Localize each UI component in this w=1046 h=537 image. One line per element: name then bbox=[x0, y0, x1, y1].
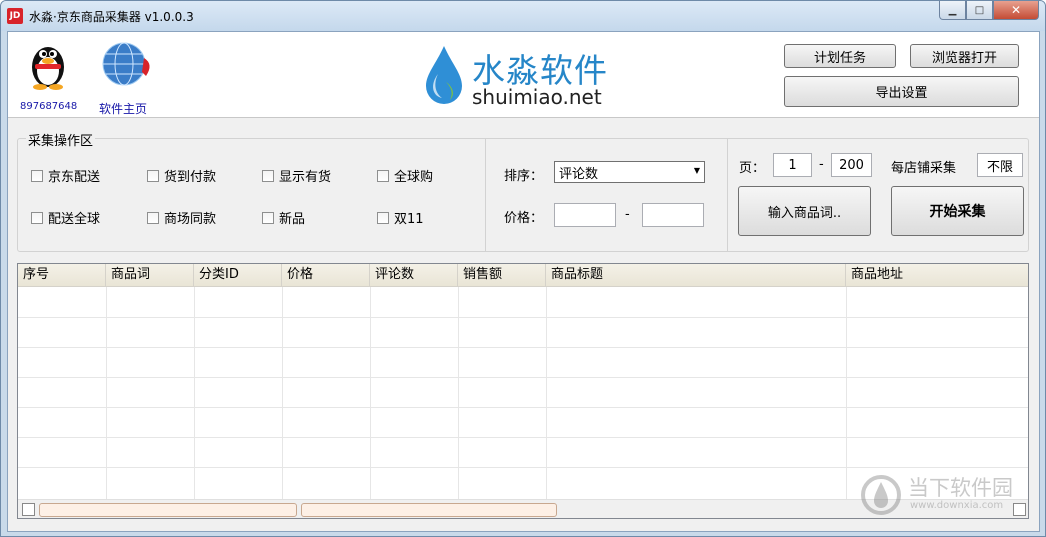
column-header-reviews[interactable]: 评论数 bbox=[370, 264, 458, 287]
checkbox-label: 全球购 bbox=[394, 170, 434, 185]
grid-line bbox=[458, 287, 459, 499]
separator bbox=[485, 139, 486, 251]
window-controls: ▁ □ ✕ bbox=[939, 1, 1039, 21]
header: 897687648 软件主页 水淼软件 shuimiao.net 计划任务 浏览… bbox=[8, 32, 1039, 118]
checkbox-box[interactable] bbox=[31, 169, 43, 182]
watermark-cn: 当下软件园 bbox=[908, 476, 1013, 500]
per-shop-input[interactable]: 不限 bbox=[977, 153, 1023, 177]
grid-line bbox=[18, 437, 1028, 438]
separator bbox=[727, 139, 728, 251]
schedule-task-button[interactable]: 计划任务 bbox=[784, 44, 896, 68]
grid-line bbox=[18, 317, 1028, 318]
checkbox-box[interactable] bbox=[147, 211, 159, 224]
window-title: 水淼·京东商品采集器 v1.0.0.3 bbox=[29, 10, 194, 24]
sort-label: 排序： bbox=[504, 169, 544, 184]
checkbox-box[interactable] bbox=[262, 169, 274, 182]
checkbox-new-product[interactable]: 新品 bbox=[262, 208, 305, 227]
grid-line bbox=[18, 377, 1028, 378]
logo-domain-text: shuimiao.net bbox=[472, 85, 602, 109]
sort-value: 评论数 bbox=[559, 166, 599, 182]
price-dash: - bbox=[625, 207, 630, 222]
price-from-input[interactable] bbox=[554, 203, 616, 227]
grid-line bbox=[194, 287, 195, 499]
watermark: 当下软件园 www.downxia.com bbox=[860, 472, 1030, 520]
minimize-button[interactable]: ▁ bbox=[939, 1, 966, 20]
checkbox-double-11[interactable]: 双11 bbox=[377, 208, 424, 227]
page-dash: - bbox=[819, 157, 824, 172]
checkbox-box[interactable] bbox=[262, 211, 274, 224]
table-header: 序号 商品词 分类ID 价格 评论数 销售额 商品标题 商品地址 bbox=[18, 264, 1028, 287]
export-settings-button[interactable]: 导出设置 bbox=[784, 76, 1019, 107]
per-shop-label: 每店铺采集 bbox=[891, 161, 957, 176]
browser-open-button[interactable]: 浏览器打开 bbox=[910, 44, 1019, 68]
column-header-url[interactable]: 商品地址 bbox=[846, 264, 1028, 287]
app-window: JD 水淼·京东商品采集器 v1.0.0.3 ▁ □ ✕ 897687648 软… bbox=[0, 0, 1046, 537]
watermark-logo-icon bbox=[861, 475, 901, 515]
grid-line bbox=[18, 347, 1028, 348]
grid-line bbox=[106, 287, 107, 499]
scroll-checkbox[interactable] bbox=[22, 503, 35, 516]
maximize-button[interactable]: □ bbox=[966, 1, 993, 20]
sort-select[interactable]: 评论数 ▼ bbox=[554, 161, 705, 183]
watermark-en: www.downxia.com bbox=[910, 500, 1004, 511]
grid-line bbox=[18, 467, 1028, 468]
checkbox-global-purchase[interactable]: 全球购 bbox=[377, 166, 433, 185]
checkbox-label: 商场同款 bbox=[164, 212, 217, 227]
price-to-input[interactable] bbox=[642, 203, 704, 227]
checkbox-box[interactable] bbox=[377, 169, 389, 182]
checkbox-in-stock[interactable]: 显示有货 bbox=[262, 166, 331, 185]
price-label: 价格： bbox=[504, 211, 544, 226]
start-collect-button[interactable]: 开始采集 bbox=[891, 186, 1024, 236]
checkbox-label: 货到付款 bbox=[164, 170, 217, 185]
input-keywords-button[interactable]: 输入商品词.. bbox=[738, 186, 871, 236]
checkbox-global-delivery[interactable]: 配送全球 bbox=[31, 208, 100, 227]
qq-number[interactable]: 897687648 bbox=[20, 101, 77, 112]
qq-penguin-icon[interactable] bbox=[26, 40, 70, 90]
page-to-input[interactable]: 200 bbox=[831, 153, 872, 177]
grid-line bbox=[282, 287, 283, 499]
operation-group: 采集操作区 京东配送 货到付款 显示有货 全球购 配送全球 商场同款 新品 双1… bbox=[17, 130, 1029, 252]
checkbox-label: 新品 bbox=[279, 212, 306, 227]
page-label: 页： bbox=[739, 161, 766, 176]
jd-app-icon: JD bbox=[7, 8, 23, 24]
scroll-track-left[interactable] bbox=[39, 503, 297, 517]
grid-line bbox=[18, 407, 1028, 408]
checkbox-box[interactable] bbox=[377, 211, 389, 224]
grid-line bbox=[370, 287, 371, 499]
checkbox-mall-same[interactable]: 商场同款 bbox=[147, 208, 216, 227]
checkbox-box[interactable] bbox=[147, 169, 159, 182]
close-button[interactable]: ✕ bbox=[993, 1, 1039, 20]
checkbox-jd-delivery[interactable]: 京东配送 bbox=[31, 166, 100, 185]
checkbox-box[interactable] bbox=[31, 211, 43, 224]
scroll-track-right[interactable] bbox=[301, 503, 557, 517]
column-header-keyword[interactable]: 商品词 bbox=[106, 264, 194, 287]
client-area: 897687648 软件主页 水淼软件 shuimiao.net 计划任务 浏览… bbox=[7, 31, 1040, 532]
checkbox-label: 显示有货 bbox=[279, 170, 332, 185]
water-drop-logo-icon bbox=[426, 46, 462, 104]
grid-line bbox=[546, 287, 547, 499]
operation-group-title: 采集操作区 bbox=[26, 130, 96, 149]
column-header-category-id[interactable]: 分类ID bbox=[194, 264, 282, 287]
column-header-title[interactable]: 商品标题 bbox=[546, 264, 846, 287]
dropdown-arrow-icon[interactable]: ▼ bbox=[694, 166, 700, 175]
home-page-link[interactable]: 软件主页 bbox=[99, 100, 147, 117]
title-bar[interactable]: JD 水淼·京东商品采集器 v1.0.0.3 ▁ □ ✕ bbox=[1, 1, 1045, 31]
checkbox-label: 双11 bbox=[394, 212, 424, 227]
checkbox-label: 京东配送 bbox=[48, 170, 101, 185]
checkbox-label: 配送全球 bbox=[48, 212, 101, 227]
page-from-input[interactable]: 1 bbox=[773, 153, 812, 177]
checkbox-cash-on-delivery[interactable]: 货到付款 bbox=[147, 166, 216, 185]
grid-line bbox=[846, 287, 847, 499]
column-header-sales[interactable]: 销售额 bbox=[458, 264, 546, 287]
column-header-price[interactable]: 价格 bbox=[282, 264, 370, 287]
globe-icon[interactable] bbox=[96, 40, 156, 88]
column-header-index[interactable]: 序号 bbox=[18, 264, 106, 287]
